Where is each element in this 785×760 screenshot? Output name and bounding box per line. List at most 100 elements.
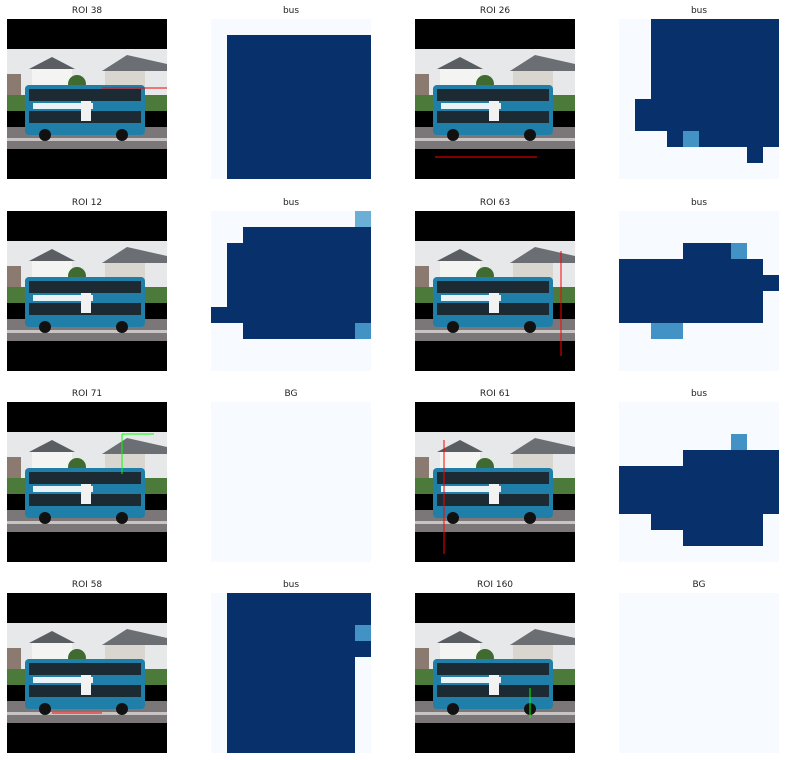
mask-cell: [731, 705, 748, 722]
mask-cell: [683, 307, 700, 324]
mask-cell: [667, 35, 684, 52]
mask-cell: [731, 163, 748, 179]
mask-cell: [227, 721, 244, 738]
wheel: [447, 512, 459, 524]
mask-cell: [683, 546, 700, 562]
mask-cell: [211, 291, 228, 308]
mask-cell: [683, 275, 700, 292]
mask-cell: [227, 355, 244, 371]
mask-cell: [275, 147, 292, 164]
mask-cell: [323, 593, 340, 610]
mask-cell: [323, 99, 340, 116]
mask-cell: [635, 530, 652, 547]
mask-cell: [731, 339, 748, 356]
mask-cell: [211, 657, 228, 674]
roi-image: [7, 19, 167, 179]
mask-cell: [227, 657, 244, 674]
mask-cell: [747, 99, 764, 116]
mask-cell: [731, 323, 748, 340]
mask-cell: [259, 307, 276, 324]
mask-cell: [291, 466, 308, 483]
mask-cell: [291, 131, 308, 148]
mask-cell: [339, 275, 356, 292]
mask-cell: [699, 402, 716, 419]
mask-cell: [747, 259, 764, 276]
mask-cell: [747, 355, 764, 371]
mask-cell: [291, 339, 308, 356]
mask-cell: [259, 657, 276, 674]
mask-cell: [715, 418, 732, 435]
mask-cell: [683, 737, 700, 753]
mask-cell: [291, 450, 308, 467]
wheel: [524, 512, 536, 524]
mask-cell: [259, 546, 276, 562]
mask-cell: [619, 355, 636, 371]
mask-cell: [307, 609, 324, 626]
mask-cell: [323, 35, 340, 52]
mask-cell: [683, 673, 700, 690]
mask-cell: [243, 705, 260, 722]
mask-cell: [339, 705, 356, 722]
mask-cell: [635, 211, 652, 228]
mask-cell: [323, 227, 340, 244]
mask-cell: [339, 418, 356, 435]
mask-cell: [731, 514, 748, 531]
mask-cell: [323, 514, 340, 531]
mask-panel: [211, 211, 371, 371]
mask-cell: [339, 339, 356, 356]
mask-cell: [275, 19, 292, 36]
mask-cell: [619, 67, 636, 84]
bus-ad-panel: [81, 293, 91, 313]
mask-cell: [243, 67, 260, 84]
mask-cell: [731, 99, 748, 116]
mask-cell: [715, 307, 732, 324]
mask-cell: [291, 530, 308, 547]
mask-cell: [699, 243, 716, 260]
mask-cell: [683, 35, 700, 52]
mask-cell: [731, 418, 748, 435]
mask-cell: [763, 35, 779, 52]
mask-cell: [323, 307, 340, 324]
mask-cell: [747, 498, 764, 515]
mask-cell: [323, 131, 340, 148]
road-marking: [7, 521, 167, 524]
roi-title: ROI 12: [71, 198, 103, 208]
mask-cell: [747, 546, 764, 562]
mask-cell: [683, 434, 700, 451]
mask-cell: [259, 259, 276, 276]
mask-cell: [355, 482, 371, 499]
mask-cell: [715, 466, 732, 483]
mask-cell: [259, 243, 276, 260]
mask-cell: [323, 19, 340, 36]
mask-cell: [747, 609, 764, 626]
mask-cell: [355, 115, 371, 132]
mask-cell: [747, 227, 764, 244]
mask-cell: [323, 402, 340, 419]
mask-cell: [243, 434, 260, 451]
mask-heatmap: [619, 593, 779, 753]
mask-cell: [243, 147, 260, 164]
mask-cell: [227, 51, 244, 68]
mask-cell: [275, 259, 292, 276]
mask-cell: [715, 275, 732, 292]
mask-cell: [715, 482, 732, 499]
bus-upper-windows: [437, 472, 549, 484]
road-marking: [7, 138, 167, 141]
mask-cell: [339, 402, 356, 419]
mask-cell: [715, 115, 732, 132]
mask-cell: [651, 609, 668, 626]
mask-cell: [355, 625, 371, 642]
roi-image-panel: [415, 402, 575, 562]
mask-cell: [275, 51, 292, 68]
mask-cell: [291, 323, 308, 340]
mask-cell: [323, 737, 340, 753]
mask-cell: [731, 530, 748, 547]
mask-cell: [683, 99, 700, 116]
mask-cell: [635, 625, 652, 642]
mask-title: bus: [282, 580, 300, 590]
mask-cell: [307, 291, 324, 308]
mask-cell: [355, 418, 371, 435]
mask-cell: [211, 259, 228, 276]
mask-cell: [715, 35, 732, 52]
mask-cell: [275, 227, 292, 244]
